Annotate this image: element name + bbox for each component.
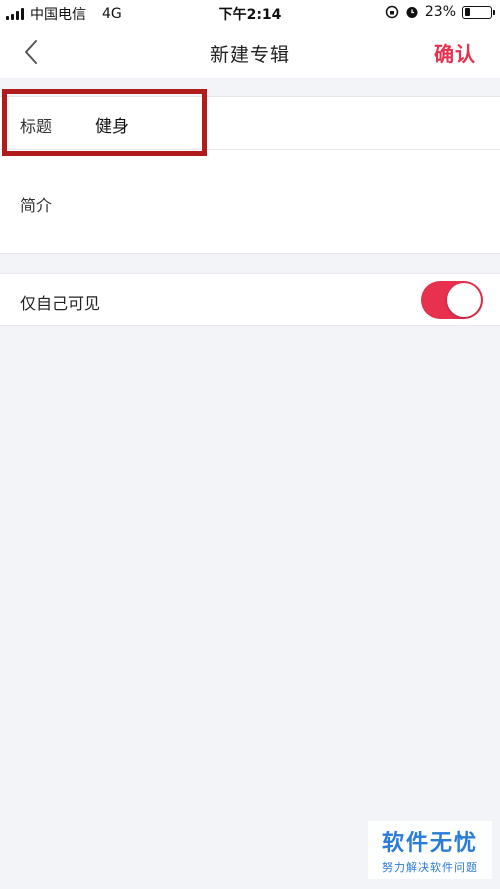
intro-row[interactable]: 简介: [0, 150, 500, 254]
toggle-knob: [447, 283, 481, 317]
watermark-main: 软件无忧: [381, 831, 478, 856]
battery-level: [464, 8, 471, 16]
private-row: 仅自己可见: [0, 273, 500, 326]
title-label: 标题: [20, 117, 53, 136]
title-input[interactable]: 健身: [95, 112, 129, 137]
page-title: 新建专辑: [209, 44, 290, 66]
private-label: 仅自己可见: [20, 294, 101, 313]
nav-bar: 新建专辑 确认: [0, 26, 500, 78]
intro-label: 简介: [20, 196, 53, 215]
watermark-sub: 努力解决软件问题: [382, 861, 478, 874]
title-row[interactable]: 标题 健身: [0, 96, 500, 150]
confirm-button[interactable]: 确认: [434, 38, 476, 67]
battery-percent: 23%: [424, 4, 456, 20]
rotation-lock-icon: [385, 5, 399, 19]
status-bar: 中国电信 4G 下午2:14 23%: [0, 0, 500, 26]
battery-icon: [462, 5, 495, 19]
watermark: 软件无忧 努力解决软件问题: [368, 821, 492, 879]
status-right: 23%: [385, 4, 495, 20]
private-toggle[interactable]: [421, 281, 483, 319]
alarm-icon: [406, 7, 418, 18]
